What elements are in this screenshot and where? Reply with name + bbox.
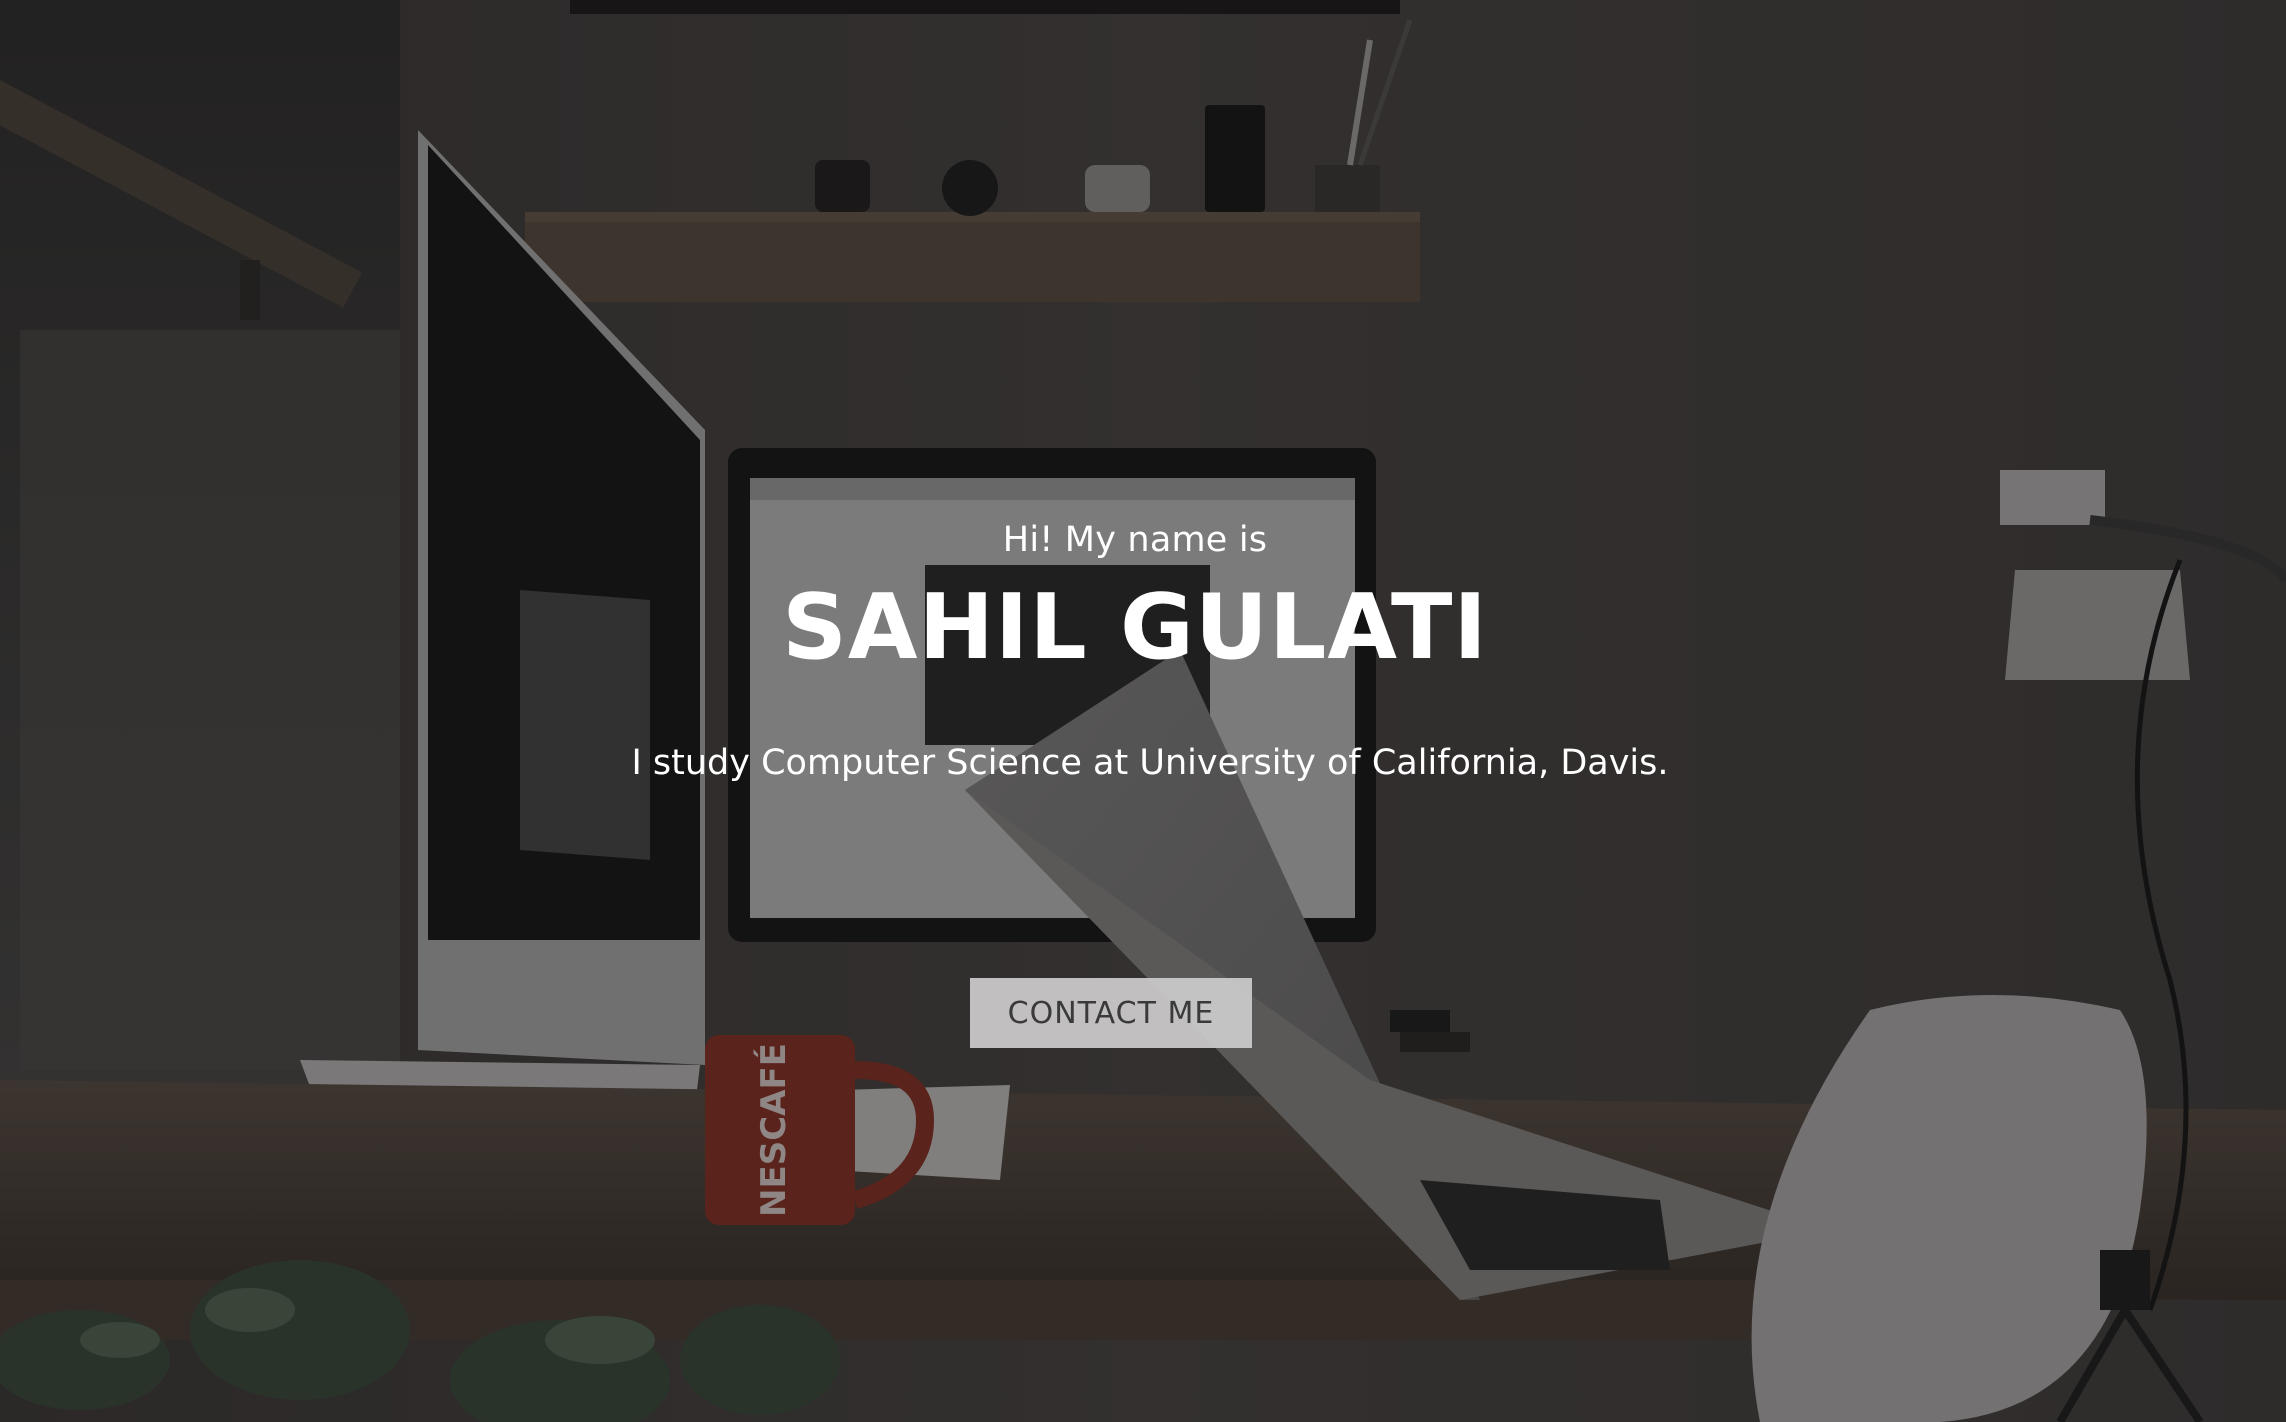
contact-me-button[interactable]: CONTACT ME	[970, 978, 1252, 1048]
greeting-text: Hi! My name is	[1002, 520, 1268, 560]
hero-name-heading: SAHIL GULATI	[782, 575, 1488, 680]
hero-section: NESCAFÉ Hi! My name is SAHIL GULATI I st…	[0, 0, 2286, 1422]
hero-content: Hi! My name is SAHIL GULATI I study Comp…	[0, 0, 2286, 1422]
hero-tagline: I study Computer Science at University o…	[631, 743, 1669, 783]
